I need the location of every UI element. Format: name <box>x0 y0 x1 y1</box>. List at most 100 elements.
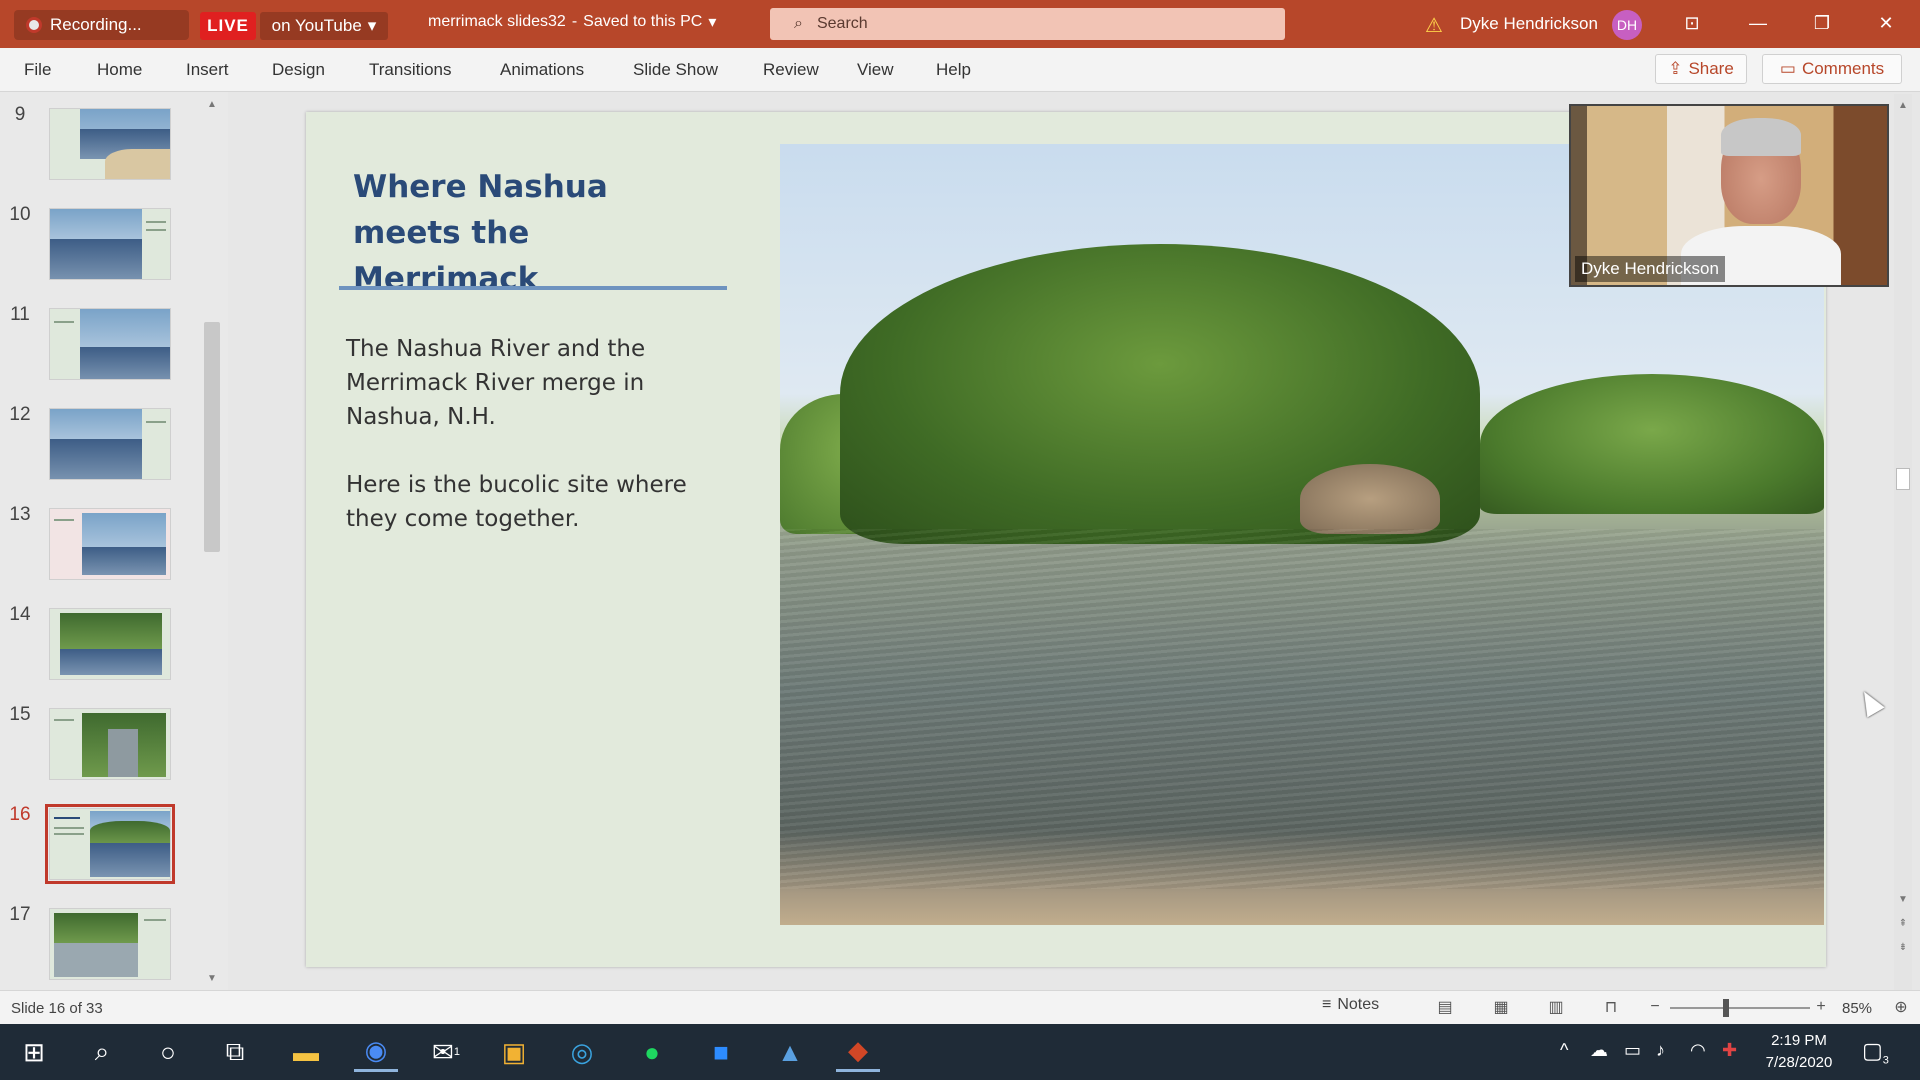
slide-thumbnail-pane: 9 10 11 12 13 14 15 16 17 <box>0 92 228 990</box>
tab-view[interactable]: View <box>857 60 894 80</box>
spotify-icon[interactable]: ● <box>630 1032 674 1072</box>
minimize-icon[interactable]: — <box>1738 8 1778 38</box>
onedrive-icon[interactable]: ☁ <box>1590 1040 1608 1061</box>
share-button[interactable]: ⇪ Share <box>1655 54 1747 84</box>
photo-tree-far-bank <box>1480 374 1824 514</box>
slide-body-text[interactable]: The Nashua River and the Merrimack River… <box>346 332 726 570</box>
powerpoint-icon[interactable]: ◆ <box>836 1032 880 1072</box>
photo-rocky-point <box>1300 464 1440 534</box>
avatar[interactable]: DH <box>1612 10 1642 40</box>
zoom-slider-handle[interactable] <box>1723 999 1729 1017</box>
slide-thumbnail[interactable]: 17 <box>0 904 200 1004</box>
edge-icon[interactable]: ◎ <box>560 1032 604 1072</box>
slide-thumbnail[interactable]: 14 <box>0 604 200 704</box>
slide-thumbnail[interactable]: 9 <box>0 104 200 204</box>
scroll-down-icon[interactable]: ▼ <box>1894 890 1912 908</box>
thumbnail-number: 14 <box>9 604 31 625</box>
tab-review[interactable]: Review <box>763 60 819 80</box>
security-icon[interactable]: ✚ <box>1722 1040 1737 1061</box>
close-icon[interactable]: ✕ <box>1866 8 1906 38</box>
slide-thumbnail[interactable]: 11 <box>0 304 200 404</box>
fit-to-window-icon[interactable]: ⊕ <box>1888 996 1914 1018</box>
notes-button[interactable]: ≡ Notes <box>1322 996 1379 1014</box>
slide-thumbnail-selected[interactable]: 16 <box>0 804 200 904</box>
windows-start-icon[interactable]: ⊞ <box>12 1032 56 1072</box>
slide-thumbnail[interactable]: 10 <box>0 204 200 304</box>
tab-slide-show[interactable]: Slide Show <box>633 60 718 80</box>
next-slide-icon[interactable]: ⇟ <box>1894 938 1912 956</box>
slide-sorter-icon[interactable]: ▦ <box>1488 996 1514 1018</box>
battery-icon[interactable]: ▭ <box>1624 1040 1641 1061</box>
clock-time: 2:19 PM <box>1771 1032 1827 1049</box>
chrome-icon[interactable]: ◉ <box>354 1032 398 1072</box>
tab-transitions[interactable]: Transitions <box>369 60 452 80</box>
webcam-video-overlay[interactable]: Dyke Hendrickson <box>1569 104 1889 287</box>
file-explorer-icon[interactable]: ▬ <box>284 1032 328 1072</box>
reading-view-icon[interactable]: ▥ <box>1543 996 1569 1018</box>
document-title[interactable]: merrimack slides32 - Saved to this PC ▾ <box>428 12 716 32</box>
slide-show-icon[interactable]: ⊓ <box>1598 996 1624 1018</box>
cortana-icon[interactable]: ○ <box>146 1032 190 1072</box>
tab-home[interactable]: Home <box>97 60 142 80</box>
slide-thumbnail[interactable]: 15 <box>0 704 200 804</box>
chevron-down-icon: ▾ <box>708 14 717 31</box>
zoom-out-button[interactable]: − <box>1642 996 1668 1018</box>
record-icon <box>26 17 42 33</box>
slide-thumbnail[interactable]: 13 <box>0 504 200 604</box>
scroll-up-icon[interactable]: ▲ <box>1894 96 1912 114</box>
slide-scroll-thumb[interactable] <box>1896 468 1910 490</box>
thumbnail-number: 16 <box>9 804 31 825</box>
task-view-icon[interactable]: ⧉ <box>213 1032 257 1072</box>
show-hidden-icons-icon[interactable]: ^ <box>1560 1040 1568 1061</box>
body-paragraph: Here is the bucolic site where they come… <box>346 472 687 532</box>
thumbnail-image <box>49 108 171 180</box>
tab-design[interactable]: Design <box>272 60 325 80</box>
recording-indicator[interactable]: Recording... <box>14 10 189 40</box>
thumbnail-number: 9 <box>14 104 26 125</box>
tab-animations[interactable]: Animations <box>500 60 584 80</box>
normal-view-icon[interactable]: ▤ <box>1432 996 1458 1018</box>
tab-help[interactable]: Help <box>936 60 971 80</box>
search-icon[interactable]: ⌕ <box>80 1032 124 1072</box>
scroll-down-icon[interactable]: ▼ <box>204 970 220 986</box>
wifi-icon[interactable]: ◠ <box>1690 1040 1706 1061</box>
photo-water <box>780 529 1824 889</box>
thumbnail-scroll-thumb[interactable] <box>204 322 220 552</box>
photos-icon[interactable]: ▲ <box>768 1032 812 1072</box>
youtube-label: on YouTube <box>271 16 362 35</box>
youtube-stream-button[interactable]: on YouTube ▾ <box>260 12 388 40</box>
zoom-in-button[interactable]: + <box>1808 996 1834 1018</box>
slide-thumbnail[interactable]: 12 <box>0 404 200 504</box>
live-badge: LIVE <box>200 12 256 40</box>
account-name[interactable]: Dyke Hendrickson <box>1460 14 1598 34</box>
volume-icon[interactable]: ♪ <box>1656 1040 1665 1061</box>
document-name: merrimack slides32 <box>428 13 566 30</box>
ribbon-display-options-icon[interactable]: ⊡ <box>1672 8 1712 38</box>
store-icon[interactable]: ▣ <box>492 1032 536 1072</box>
zoom-slider[interactable] <box>1670 1007 1810 1009</box>
slide-title[interactable]: Where Nashua meets the Merrimack <box>353 164 723 302</box>
comments-button[interactable]: ▭ Comments <box>1762 54 1902 84</box>
thumbnail-image <box>49 508 171 580</box>
tab-file[interactable]: File <box>24 60 51 80</box>
system-clock[interactable]: 2:19 PM 7/28/2020 <box>1760 1030 1838 1074</box>
slide-counter: Slide 16 of 33 <box>11 1000 103 1017</box>
search-box[interactable]: ⌕ Search <box>770 8 1285 40</box>
tab-insert[interactable]: Insert <box>186 60 229 80</box>
mail-icon[interactable]: ✉ 1 <box>424 1032 468 1072</box>
body-paragraph: The Nashua River and the Merrimack River… <box>346 336 646 430</box>
restore-icon[interactable]: ❐ <box>1802 8 1842 38</box>
slide-scrollbar[interactable] <box>1894 94 1912 990</box>
zoom-level[interactable]: 85% <box>1842 1000 1872 1017</box>
warning-icon[interactable]: ⚠ <box>1425 13 1443 38</box>
search-icon: ⌕ <box>794 15 803 32</box>
mail-badge: 1 <box>453 1046 460 1058</box>
clock-date: 7/28/2020 <box>1765 1054 1833 1071</box>
action-center-icon[interactable]: ▢3 <box>1862 1038 1889 1066</box>
previous-slide-icon[interactable]: ⇞ <box>1894 914 1912 932</box>
share-label: Share <box>1688 59 1734 78</box>
recording-label: Recording... <box>50 15 142 34</box>
scroll-up-icon[interactable]: ▲ <box>204 96 220 112</box>
thumbnail-number: 13 <box>9 504 31 525</box>
zoom-app-icon[interactable]: ■ <box>699 1032 743 1072</box>
